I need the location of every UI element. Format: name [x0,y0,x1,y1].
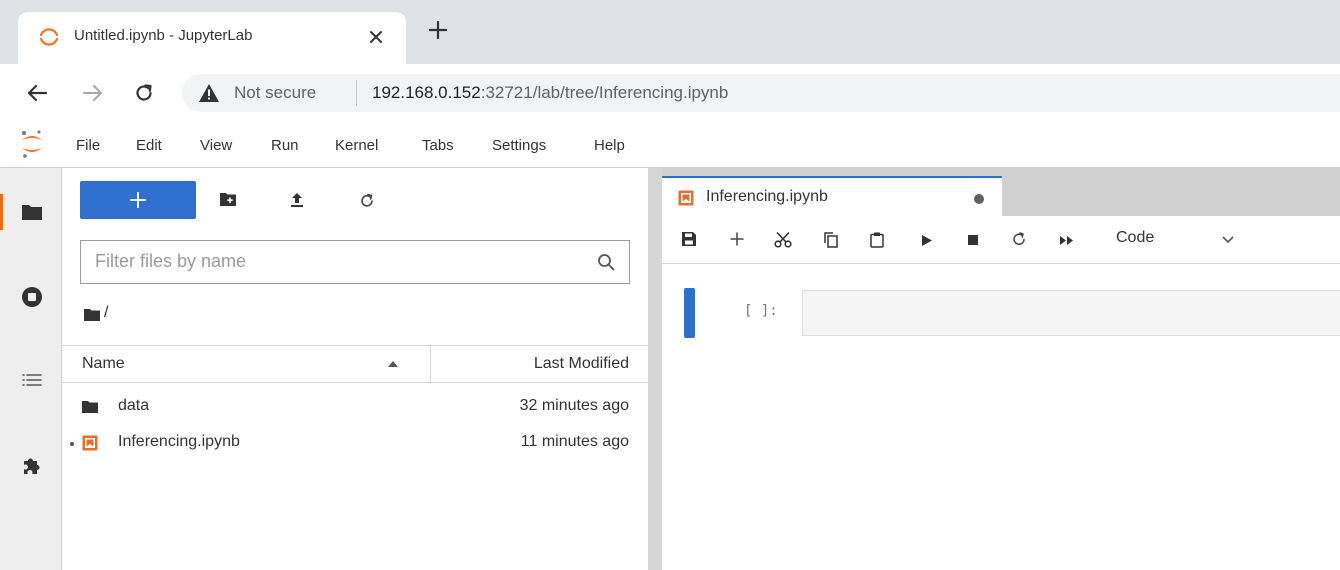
url-omnibox[interactable]: Not secure 192.168.0.152:32721/lab/tree/… [182,74,1340,112]
menu-help[interactable]: Help [594,137,625,154]
omnibox-separator [356,80,357,106]
notebook-file-icon [82,435,98,451]
url-text[interactable]: 192.168.0.152:32721/lab/tree/Inferencing… [372,83,728,103]
breadcrumb-home-folder-icon[interactable] [84,308,100,321]
jupyter-logo-icon [20,129,44,159]
extension-manager-puzzle-icon[interactable] [21,454,43,476]
browser-address-bar: Not secure 192.168.0.152:32721/lab/tree/… [0,64,1340,122]
menu-edit[interactable]: Edit [136,137,162,154]
cell-input-prompt: [ ]: [744,303,778,319]
column-header-last-modified[interactable]: Last Modified [534,355,629,373]
file-name: data [118,397,150,414]
warning-triangle-icon[interactable] [198,83,220,103]
notebook-toolbar: Code [662,216,1340,264]
notebook-tab-icon [678,190,694,206]
active-panel-indicator [0,194,3,230]
chevron-down-icon[interactable] [1222,236,1234,244]
file-row-data[interactable]: data 32 minutes ago [62,389,648,425]
cell-code-editor[interactable] [802,290,1340,336]
url-path: :32721/lab/tree/Inferencing.ipynb [480,83,729,102]
filter-files-box [80,240,630,284]
browser-tab-title: Untitled.ipynb - JupyterLab [74,27,253,44]
code-cell[interactable]: [ ]: [662,288,1340,338]
reload-icon[interactable] [134,83,154,103]
file-browser-panel: / Name Last Modified data 32 minutes ago… [62,168,648,570]
cut-scissors-icon[interactable] [774,232,792,248]
table-of-contents-list-icon[interactable] [21,370,43,392]
notebook-tab-title: Inferencing.ipynb [706,188,828,205]
running-indicator [70,442,74,446]
new-tab-plus-icon[interactable] [428,20,448,40]
menu-run[interactable]: Run [271,137,299,154]
jupyter-menu-bar: File Edit View Run Kernel Tabs Settings … [0,122,1340,168]
panel-splitter[interactable] [648,168,662,570]
unsaved-changes-dot[interactable] [974,194,984,204]
column-separator [430,346,431,382]
refresh-file-list-icon[interactable] [360,192,374,208]
menu-view[interactable]: View [200,137,232,154]
notebook-panel: Inferencing.ipynb Code []: [662,168,1340,570]
file-modified: 32 minutes ago [519,397,629,414]
cell-type-select[interactable]: Code [1116,229,1154,247]
sort-ascending-caret-icon [388,361,398,367]
cell-collapser[interactable] [684,288,695,338]
url-host: 192.168.0.152 [372,83,481,102]
filter-files-input[interactable] [95,251,575,272]
insert-cell-plus-icon[interactable] [730,232,744,246]
restart-kernel-icon[interactable] [1012,232,1026,246]
running-kernels-stop-icon[interactable] [21,286,43,308]
back-arrow-icon[interactable] [26,83,48,103]
file-modified: 11 minutes ago [520,433,629,450]
menu-kernel[interactable]: Kernel [335,137,378,154]
tab-close-icon[interactable] [368,29,384,45]
left-activity-bar [0,168,62,570]
browser-tab[interactable]: Untitled.ipynb - JupyterLab [18,12,406,64]
browser-tab-strip: Untitled.ipynb - JupyterLab [0,0,1340,64]
folder-icon [82,400,98,413]
breadcrumb-path[interactable]: / [104,304,108,322]
search-icon [597,253,615,271]
file-browser-folder-icon[interactable] [21,201,43,223]
menu-settings[interactable]: Settings [492,137,546,154]
paste-clipboard-icon[interactable] [870,232,884,248]
not-secure-label[interactable]: Not secure [234,83,316,103]
copy-icon[interactable] [824,232,838,248]
upload-icon[interactable] [290,192,304,208]
save-icon[interactable] [682,232,696,246]
new-folder-icon[interactable] [220,192,236,206]
column-header-name[interactable]: Name [82,355,125,373]
restart-run-all-fast-forward-icon[interactable] [1060,236,1074,245]
file-row-inferencing[interactable]: Inferencing.ipynb 11 minutes ago [62,425,648,461]
forward-arrow-icon[interactable] [82,83,104,103]
file-list-header: Name Last Modified [62,345,648,383]
tab-inferencing-ipynb[interactable]: Inferencing.ipynb [662,176,1002,216]
new-launcher-button[interactable] [80,181,196,219]
menu-file[interactable]: File [76,137,100,154]
jupyter-favicon-icon [38,26,60,48]
interrupt-kernel-stop-icon[interactable] [968,235,978,245]
plus-icon [130,192,146,208]
menu-tabs[interactable]: Tabs [422,137,454,154]
file-name: Inferencing.ipynb [118,433,240,450]
run-cell-play-icon[interactable] [922,235,932,246]
notebook-tab-bar: Inferencing.ipynb [662,168,1340,216]
